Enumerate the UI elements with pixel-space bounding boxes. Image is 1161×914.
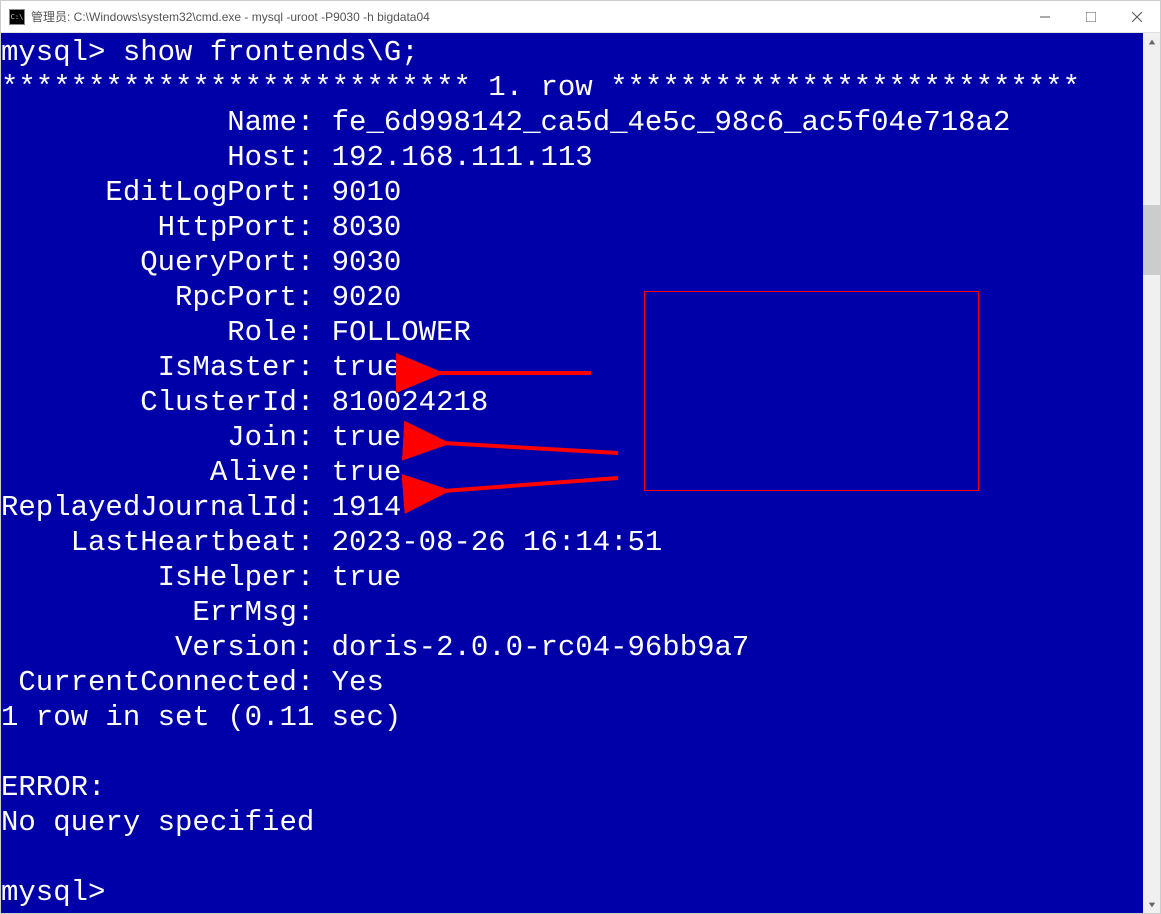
row-separator: *************************** 1. row *****… [1, 71, 1080, 104]
maximize-button[interactable] [1068, 1, 1114, 32]
scroll-down-icon[interactable] [1143, 896, 1160, 913]
command-text: show frontends\G; [123, 36, 419, 69]
scroll-thumb[interactable] [1143, 205, 1160, 275]
minimize-button[interactable] [1022, 1, 1068, 32]
window-title: 管理员: C:\Windows\system32\cmd.exe - mysql… [31, 8, 1022, 25]
error-message: No query specified [1, 806, 314, 839]
vertical-scrollbar[interactable] [1143, 33, 1160, 913]
prompt: mysql> [1, 36, 123, 69]
scroll-up-icon[interactable] [1143, 33, 1160, 50]
titlebar[interactable]: C:\ 管理员: C:\Windows\system32\cmd.exe - m… [1, 1, 1160, 33]
terminal-output[interactable]: mysql> show frontends\G; ***************… [1, 33, 1143, 913]
prompt: mysql> [1, 876, 123, 909]
window-controls [1022, 1, 1160, 32]
result-footer: 1 row in set (0.11 sec) [1, 701, 401, 734]
content-area: mysql> show frontends\G; ***************… [1, 33, 1160, 913]
cmd-icon: C:\ [9, 9, 25, 25]
close-button[interactable] [1114, 1, 1160, 32]
cmd-window: C:\ 管理员: C:\Windows\system32\cmd.exe - m… [0, 0, 1161, 914]
error-label: ERROR: [1, 771, 105, 804]
